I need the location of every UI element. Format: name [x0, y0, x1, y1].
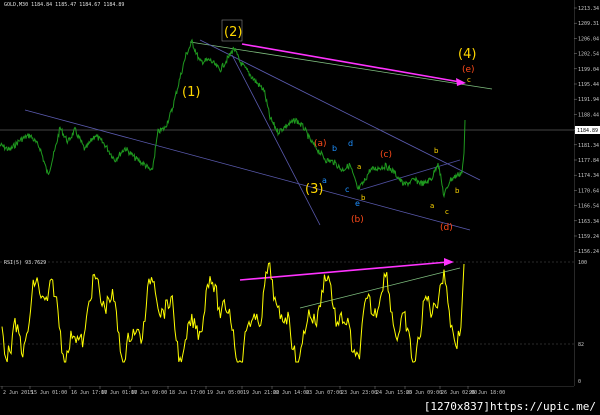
wave-a-label: (a): [314, 139, 327, 149]
time-axis-label: 15 Jun 01:00: [31, 390, 67, 396]
subwave-label: c: [467, 76, 471, 84]
watermark-text: [1270x837]https://upic.me/: [423, 400, 596, 413]
subwave-label: c: [445, 208, 449, 216]
price-axis-label: 1199.04: [578, 67, 599, 73]
subwave-label: a: [430, 202, 434, 210]
time-axis-label: 26 Jun 18:00: [469, 390, 505, 396]
price-chart[interactable]: (2) (1) (3) (4) (a) (b) (c) (d) (e) b d …: [0, 0, 574, 254]
price-axis-label: 1174.34: [578, 173, 599, 179]
rsi-chart[interactable]: [0, 258, 574, 386]
chart-window[interactable]: (2) (1) (3) (4) (a) (b) (c) (d) (e) b d …: [0, 0, 600, 415]
price-axis-label: 1163.34: [578, 219, 599, 225]
wave-b-label: (b): [351, 215, 364, 225]
rsi-level-label: 100: [578, 260, 587, 266]
subwave-label: a: [357, 163, 361, 171]
subwave-label: a: [322, 176, 327, 185]
time-axis-label: 19 Jun 05:00: [207, 390, 243, 396]
price-axis-label: 1181.34: [578, 143, 599, 149]
time-axis-label: 18 Jun 17:00: [169, 390, 205, 396]
subwave-label: b: [332, 144, 337, 153]
time-axis-label: 23 Jun 07:00: [306, 390, 342, 396]
symbol-header: GOLD,M30 1184.84 1185.47 1184.67 1184.89: [4, 2, 125, 8]
rsi-level-label: 82: [578, 342, 584, 348]
price-axis-label: 1209.31: [578, 21, 599, 27]
price-axis: 1213.34 1209.31 1206.04 1202.54 1199.04 1195.…: [574, 0, 600, 386]
wave-3-label: (3): [305, 182, 323, 197]
time-axis-label: 17 Jun 09:00: [131, 390, 167, 396]
subwave-label: c: [345, 185, 349, 194]
subwave-label: d: [348, 139, 353, 148]
wave-1-label: (1): [182, 85, 200, 100]
price-axis-label: 1191.94: [578, 97, 599, 103]
time-axis-label: 23 Jun 23:00: [341, 390, 377, 396]
wave-c-label: (c): [380, 150, 392, 160]
subwave-label: e: [355, 199, 360, 208]
current-price-value: 1184.89: [577, 128, 598, 134]
price-axis-label: 1188.44: [578, 112, 599, 118]
price-axis-label: 1159.24: [578, 234, 599, 240]
wave-4-label: (4): [458, 47, 476, 62]
wave-e-label: (e): [462, 65, 475, 75]
wave-d-label: (d): [440, 223, 453, 233]
rsi-level-label: 0: [578, 379, 581, 385]
price-axis-label: 1202.54: [578, 52, 599, 58]
price-axis-label: 1170.64: [578, 188, 599, 194]
rsi-header: RSI(5) 93.7629: [4, 260, 47, 266]
price-axis-label: 1177.84: [578, 158, 599, 164]
time-axis-label: 22 Jun 14:00: [273, 390, 309, 396]
price-axis-label: 1166.54: [578, 204, 599, 210]
price-axis-label: 1213.34: [578, 6, 599, 12]
price-axis-label: 1156.24: [578, 249, 599, 255]
subwave-label: b: [434, 147, 439, 155]
time-axis: 2 Jun 201515 Jun 01:00 16 Jun 17:0017 Jun…: [0, 386, 574, 396]
subwave-label: b: [361, 194, 366, 202]
wave-2-label: (2): [224, 25, 242, 40]
subwave-label: b: [455, 187, 460, 195]
price-axis-label: 1206.04: [578, 36, 599, 42]
time-axis-label: 2 Jun 2015: [3, 390, 33, 396]
time-axis-label: 25 Jun 09:00: [406, 390, 442, 396]
price-axis-label: 1195.44: [578, 82, 599, 88]
